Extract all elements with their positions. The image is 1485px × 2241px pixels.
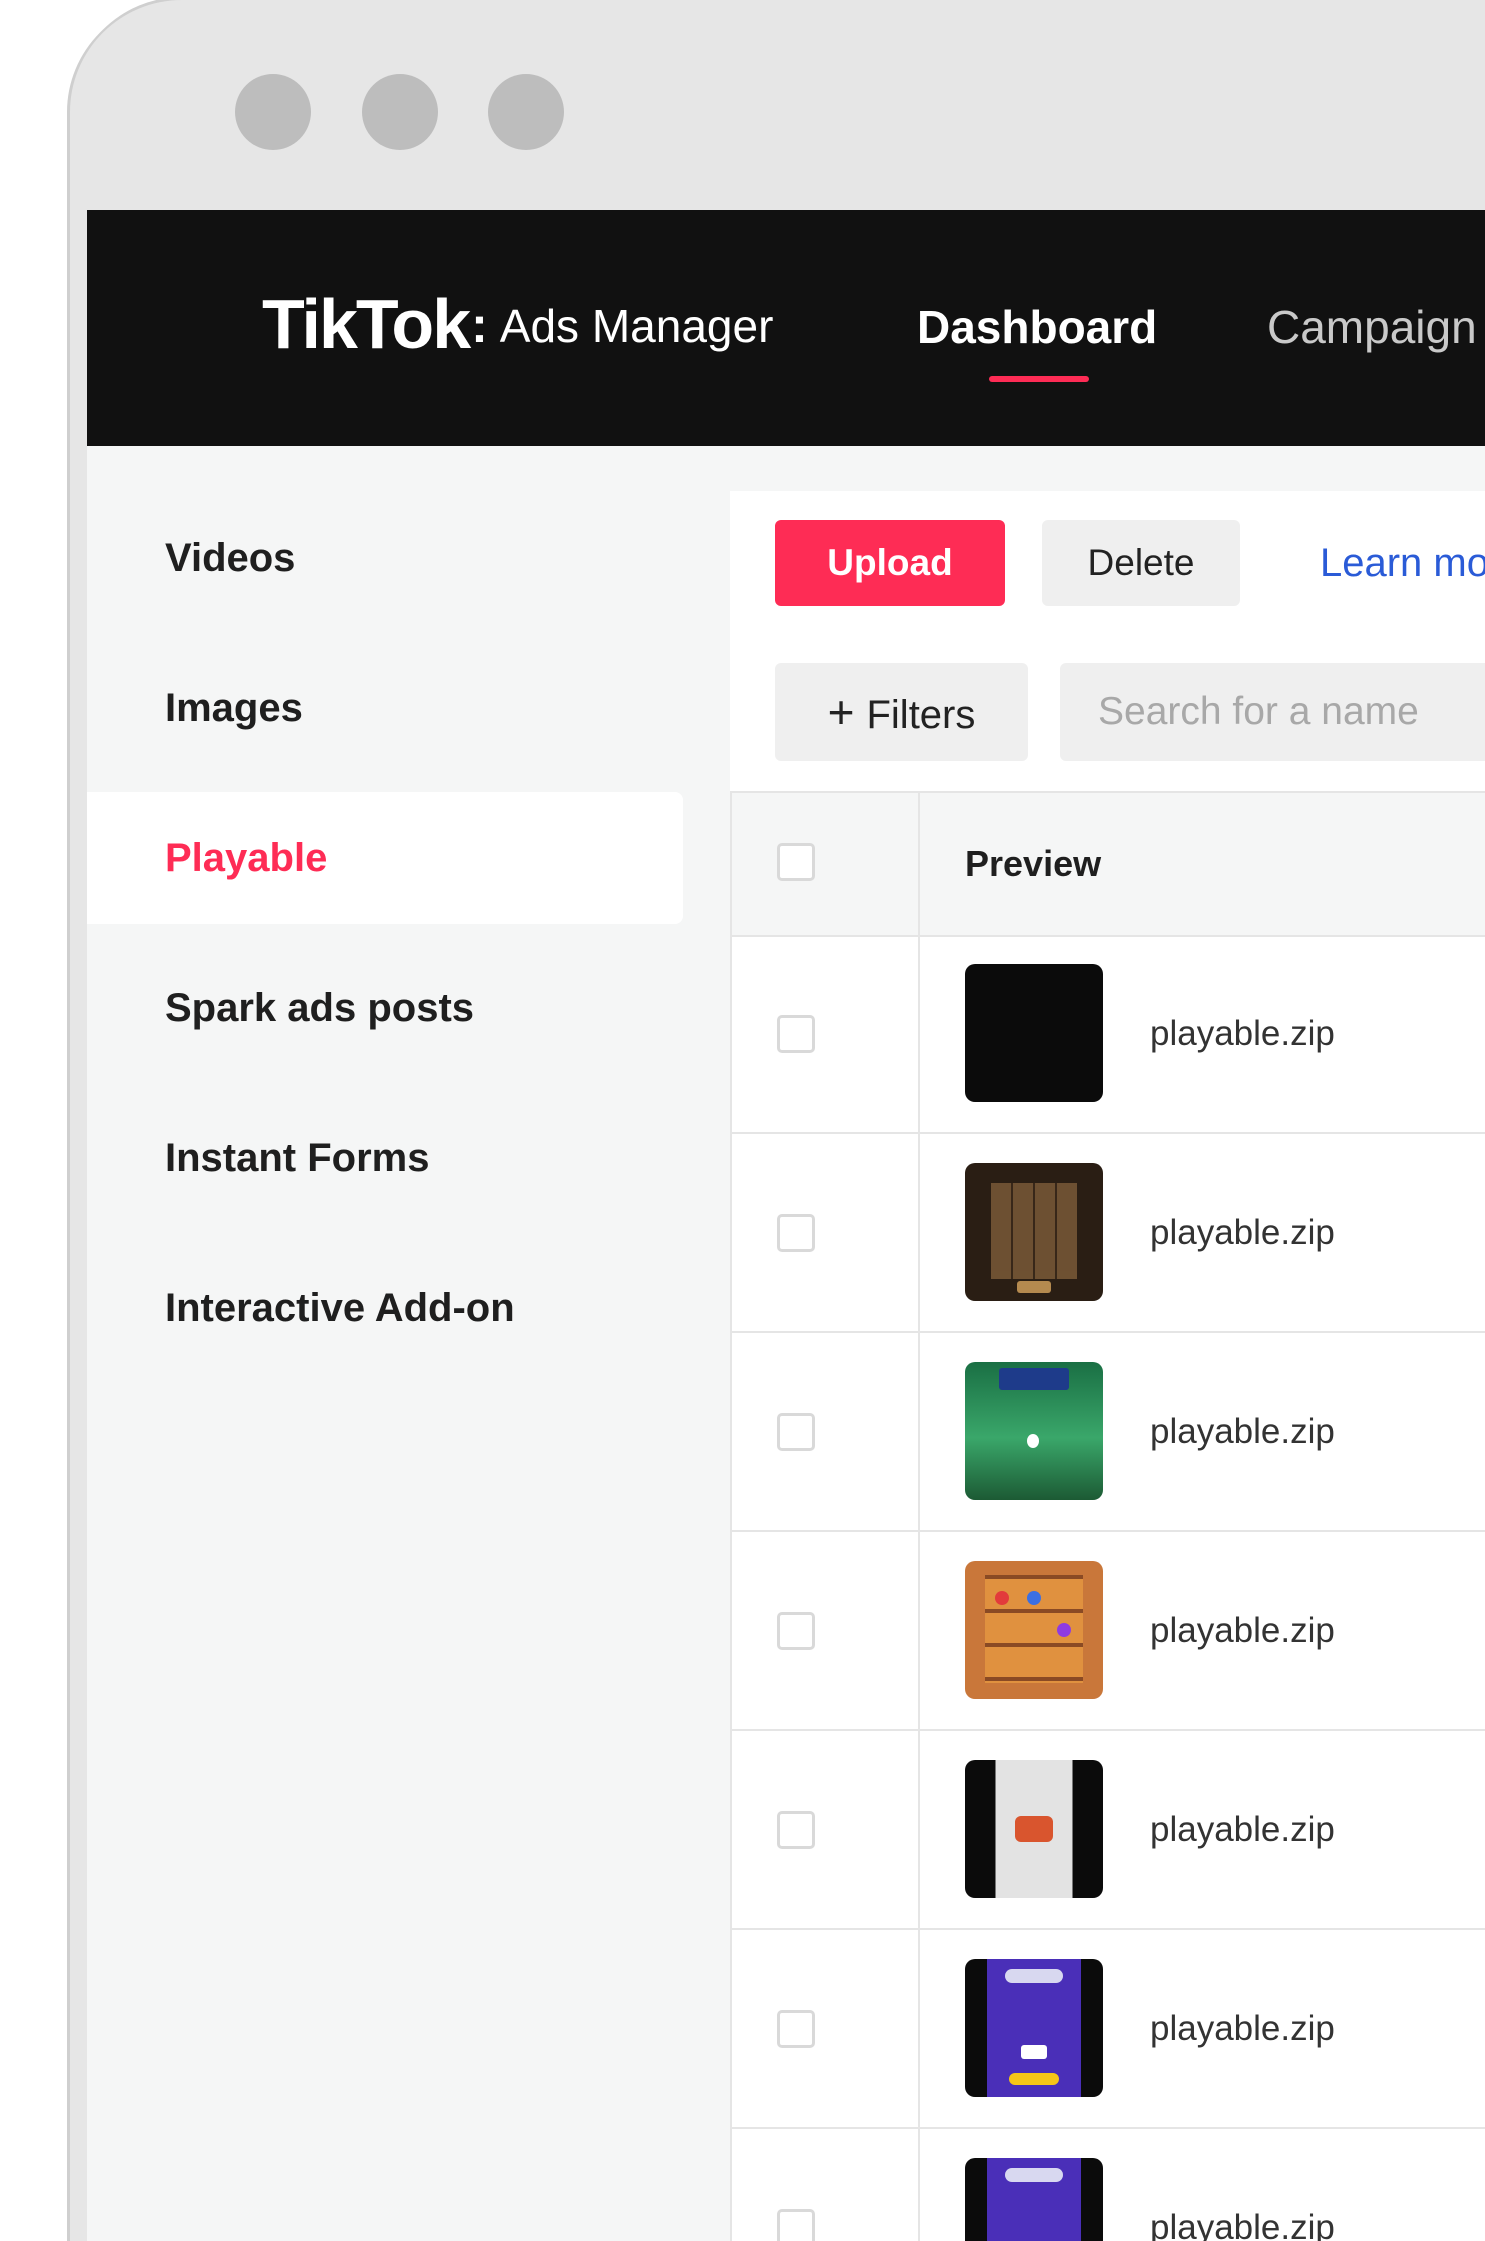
window-dot-minimize[interactable] [362, 74, 438, 150]
top-navigation-bar: TikTok: Ads Manager Dashboard Campaign [87, 210, 1485, 446]
plus-icon: + [827, 686, 855, 738]
thumbnail-top-bar [1005, 1969, 1063, 1983]
row-checkbox[interactable] [777, 1015, 815, 1053]
sidebar-item-interactive-add-on[interactable]: Interactive Add-on [87, 1242, 683, 1374]
column-divider [918, 1134, 920, 1331]
window-dot-maximize[interactable] [488, 74, 564, 150]
thumbnail-purple-game[interactable] [965, 2158, 1103, 2241]
row-checkbox[interactable] [777, 1612, 815, 1650]
app-window: TikTok: Ads Manager Dashboard Campaign Vi… [70, 0, 1485, 2241]
thumbnail-ball [1027, 1591, 1041, 1605]
row-checkbox[interactable] [777, 1413, 815, 1451]
filters-button[interactable]: + Filters [775, 663, 1028, 761]
thumbnail-purple-game[interactable] [965, 1959, 1103, 2097]
window-dot-close[interactable] [235, 74, 311, 150]
thumbnail-hand [1021, 2045, 1047, 2059]
thumbnail-bird [1027, 1434, 1039, 1448]
window-titlebar [70, 0, 1485, 210]
learn-more-link[interactable]: Learn mo [1320, 520, 1485, 606]
thumbnail-top-bar [1005, 2168, 1063, 2182]
table-header-row: Preview [732, 793, 1485, 937]
thumbnail-game-logo [1015, 1816, 1053, 1842]
thumbnail-orange-shelf[interactable] [965, 1561, 1103, 1699]
file-name: playable.zip [1150, 1412, 1335, 1451]
sidebar-item-playable[interactable]: Playable [87, 792, 683, 924]
table-row[interactable]: playable.zip [732, 1333, 1485, 1532]
table-row[interactable]: playable.zip [732, 1134, 1485, 1333]
assets-table: Preview playable.zip playable.zip playab… [730, 791, 1485, 2241]
thumbnail-puzzle-grid [991, 1183, 1077, 1279]
thumbnail-puzzle-brown[interactable] [965, 1163, 1103, 1301]
nav-active-underline [989, 376, 1089, 382]
table-row[interactable]: playable.zip [732, 1930, 1485, 2129]
delete-button[interactable]: Delete [1042, 520, 1240, 606]
select-all-checkbox[interactable] [777, 843, 815, 881]
content-area: Videos Images Playable Spark ads posts I… [87, 446, 1485, 2241]
column-divider [918, 1532, 920, 1729]
file-name: playable.zip [1150, 2208, 1335, 2241]
brand-colon: : [471, 297, 488, 353]
column-divider [918, 1930, 920, 2127]
row-checkbox[interactable] [777, 1811, 815, 1849]
thumbnail-score-bar [999, 1368, 1069, 1390]
table-row[interactable]: playable.zip [732, 935, 1485, 1134]
table-row[interactable]: playable.zip [732, 2129, 1485, 2241]
brand-tiktok-wordmark: TikTok [262, 285, 471, 363]
table-row[interactable]: playable.zip [732, 1731, 1485, 1930]
brand-logo[interactable]: TikTok: Ads Manager [262, 284, 773, 364]
column-divider [918, 935, 920, 1132]
file-name: playable.zip [1150, 1014, 1335, 1053]
column-header-preview: Preview [965, 843, 1102, 884]
thumbnail-puzzle-piece [1017, 1281, 1051, 1293]
file-name: playable.zip [1150, 1213, 1335, 1252]
thumbnail-ball [995, 1591, 1009, 1605]
column-divider [918, 1333, 920, 1530]
sidebar-item-instant-forms[interactable]: Instant Forms [87, 1092, 683, 1224]
upload-button[interactable]: Upload [775, 520, 1005, 606]
thumbnail-black[interactable] [965, 964, 1103, 1102]
table-row[interactable]: playable.zip [732, 1532, 1485, 1731]
file-name: playable.zip [1150, 1810, 1335, 1849]
column-divider [918, 793, 920, 935]
row-checkbox[interactable] [777, 1214, 815, 1252]
file-name: playable.zip [1150, 2009, 1335, 2048]
column-divider [918, 1731, 920, 1928]
filters-label: Filters [866, 693, 976, 737]
sidebar-item-videos[interactable]: Videos [87, 492, 683, 624]
column-divider [918, 2129, 920, 2241]
nav-tab-dashboard[interactable]: Dashboard [917, 300, 1157, 354]
main-panel: Upload Delete Learn mo +Filters Preview … [730, 491, 1485, 2241]
thumbnail-play-button [1009, 2073, 1059, 2085]
sidebar-item-images[interactable]: Images [87, 642, 683, 774]
file-name: playable.zip [1150, 1611, 1335, 1650]
sidebar-item-spark-ads-posts[interactable]: Spark ads posts [87, 942, 683, 1074]
row-checkbox[interactable] [777, 2209, 815, 2241]
row-checkbox[interactable] [777, 2010, 815, 2048]
search-input[interactable] [1060, 663, 1485, 761]
thumbnail-green-forest[interactable] [965, 1362, 1103, 1500]
thumbnail-gray-logo[interactable] [965, 1760, 1103, 1898]
brand-ads-manager: Ads Manager [499, 300, 774, 352]
thumbnail-ball [1057, 1623, 1071, 1637]
nav-tab-campaign[interactable]: Campaign [1267, 300, 1477, 354]
